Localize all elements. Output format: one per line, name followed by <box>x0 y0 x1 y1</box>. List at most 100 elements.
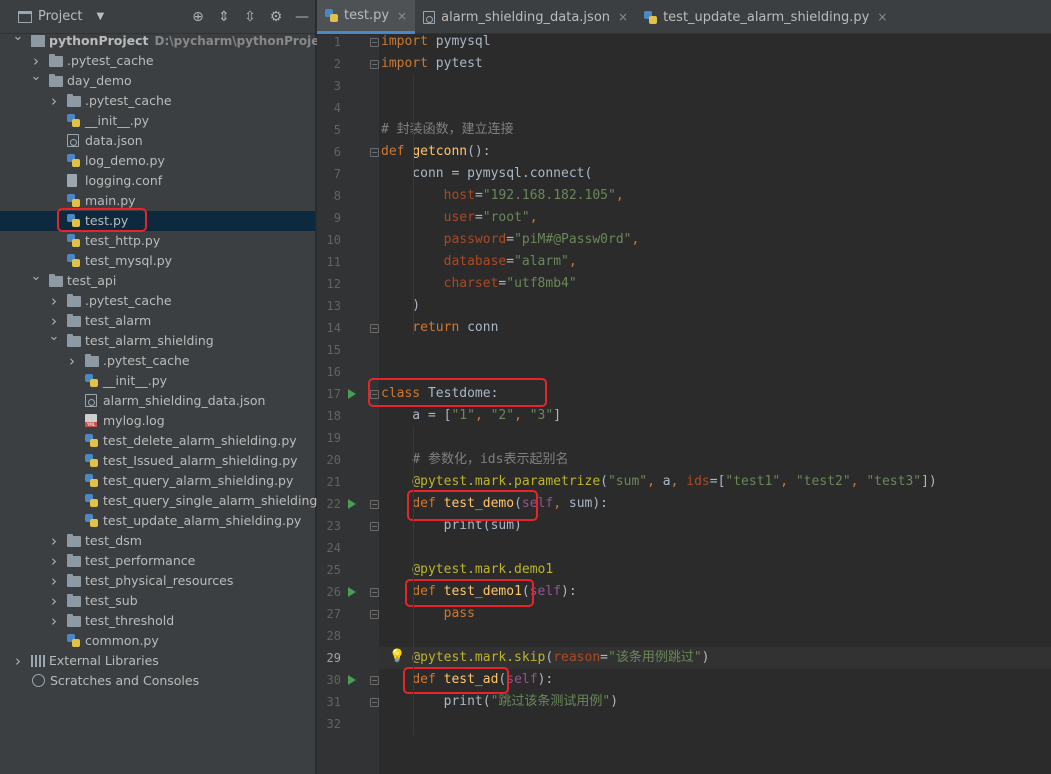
python-file-icon <box>67 634 80 647</box>
tree-item[interactable]: test_http.py <box>0 231 315 251</box>
code-line[interactable]: user="root", <box>381 207 538 229</box>
tree-item[interactable]: ⌄ test_api <box>0 269 315 291</box>
code-line[interactable]: a = ["1", "2", "3"] <box>381 405 561 427</box>
chevron-right-icon[interactable]: › <box>48 591 60 611</box>
chevron-down-icon[interactable]: ⌄ <box>12 27 24 47</box>
editor-tab[interactable]: test_update_alarm_shielding.py × <box>636 0 895 34</box>
tree-item[interactable]: main.py <box>0 191 315 211</box>
tree-item[interactable]: › .pytest_cache <box>0 291 315 311</box>
tree-item[interactable]: ⌄ test_alarm_shielding <box>0 329 315 351</box>
run-test-icon[interactable] <box>348 587 356 597</box>
code-line[interactable]: def getconn(): <box>381 141 491 163</box>
tree-item[interactable]: Scratches and Consoles <box>0 671 315 691</box>
tree-item[interactable]: __init__.py <box>0 371 315 391</box>
code-line[interactable]: print("跳过该条测试用例") <box>381 691 618 713</box>
locate-icon[interactable]: ⊕ <box>185 9 211 25</box>
fold-icon[interactable] <box>370 522 379 531</box>
fold-icon[interactable] <box>370 148 379 157</box>
tree-item[interactable]: test_query_alarm_shielding.py <box>0 471 315 491</box>
tree-item[interactable]: test_query_single_alarm_shielding.py <box>0 491 337 511</box>
chevron-right-icon[interactable]: › <box>48 571 60 591</box>
code-line[interactable]: host="192.168.182.105", <box>381 185 624 207</box>
code-line[interactable]: charset="utf8mb4" <box>381 273 577 295</box>
run-test-icon[interactable] <box>348 499 356 509</box>
close-icon[interactable]: × <box>397 9 407 23</box>
tree-item[interactable]: ⌄ day_demo <box>0 69 315 91</box>
chevron-down-icon[interactable]: ⌄ <box>30 267 42 287</box>
code-line[interactable]: class Testdome: <box>381 383 498 405</box>
fold-icon[interactable] <box>370 698 379 707</box>
hide-icon[interactable]: — <box>289 9 315 25</box>
code-editor[interactable]: 1 2 3 4 5 6 7 8 9 10 11 12 13 14 15 16 17 18 19 20 21 22 23 24 2… <box>317 34 1051 774</box>
editor-tab[interactable]: alarm_shielding_data.json × <box>415 0 636 34</box>
code-line[interactable]: print(sum) <box>381 515 522 537</box>
close-icon[interactable]: × <box>877 10 887 24</box>
tree-item[interactable]: test_Issued_alarm_shielding.py <box>0 451 315 471</box>
fold-icon[interactable] <box>370 610 379 619</box>
code-line[interactable]: import pytest <box>381 53 483 75</box>
code-line[interactable]: @pytest.mark.demo1 <box>381 559 553 581</box>
tree-item[interactable]: › .pytest_cache <box>0 91 315 111</box>
chevron-right-icon[interactable]: › <box>48 531 60 551</box>
tree-item[interactable]: logging.conf <box>0 171 315 191</box>
tree-item[interactable]: › .pytest_cache <box>0 351 315 371</box>
chevron-right-icon[interactable]: › <box>48 611 60 631</box>
tree-item[interactable]: test_mysql.py <box>0 251 315 271</box>
fold-icon[interactable] <box>370 324 379 333</box>
code-line[interactable]: def test_demo(self, sum): <box>381 493 608 515</box>
code-line[interactable]: def test_ad(self): <box>381 669 553 691</box>
chevron-right-icon[interactable]: › <box>48 91 60 111</box>
tree-item[interactable]: log_demo.py <box>0 151 315 171</box>
tree-item[interactable]: alarm_shielding_data.json <box>0 391 315 411</box>
collapse-all-icon[interactable]: ⇳ <box>237 9 263 25</box>
run-test-icon[interactable] <box>348 389 356 399</box>
expand-all-icon[interactable]: ⇕ <box>211 9 237 25</box>
project-view-title[interactable]: Project <box>38 9 82 24</box>
tree-item[interactable]: test_update_alarm_shielding.py <box>0 511 315 531</box>
code-line[interactable]: password="piM#@Passw0rd", <box>381 229 640 251</box>
code-line[interactable]: # 封装函数，建立连接 <box>381 119 514 141</box>
tree-item[interactable]: test_delete_alarm_shielding.py <box>0 431 315 451</box>
code-line[interactable]: pass <box>381 603 475 625</box>
settings-icon[interactable]: ⚙ <box>263 9 289 25</box>
fold-icon[interactable] <box>370 60 379 69</box>
tree-item[interactable]: data.json <box>0 131 315 151</box>
tree-item[interactable]: › External Libraries <box>0 651 315 671</box>
tree-item[interactable]: test.py <box>0 211 315 231</box>
tree-item[interactable]: › test_dsm <box>0 531 315 551</box>
chevron-down-icon[interactable]: ▼ <box>96 11 104 22</box>
editor-tab[interactable]: test.py × <box>317 0 416 34</box>
fold-icon[interactable] <box>370 676 379 685</box>
chevron-down-icon[interactable]: ⌄ <box>30 67 42 87</box>
code-line[interactable]: return conn <box>381 317 498 339</box>
chevron-right-icon[interactable]: › <box>48 291 60 311</box>
code-line[interactable]: ) <box>381 295 420 317</box>
code-area[interactable]: import pymysql import pytest # 封装函数，建立连接 de… <box>379 34 1051 774</box>
tree-item[interactable]: › test_performance <box>0 551 315 571</box>
tree-item[interactable]: › .pytest_cache <box>0 51 315 71</box>
run-test-icon[interactable] <box>348 675 356 685</box>
fold-icon[interactable] <box>370 500 379 509</box>
lightbulb-icon[interactable]: 💡 <box>389 649 405 664</box>
tree-item[interactable]: › test_threshold <box>0 611 315 631</box>
chevron-down-icon[interactable]: ⌄ <box>48 327 60 347</box>
code-line[interactable]: # 参数化，ids表示起别名 <box>381 449 568 471</box>
code-line[interactable]: import pymysql <box>381 31 491 53</box>
chevron-right-icon[interactable]: › <box>12 651 24 671</box>
fold-icon[interactable] <box>370 588 379 597</box>
tree-item[interactable]: › test_sub <box>0 591 315 611</box>
close-icon[interactable]: × <box>618 10 628 24</box>
tree-item[interactable]: __init__.py <box>0 111 315 131</box>
tree-item[interactable]: mylog.log <box>0 411 315 431</box>
code-line[interactable]: database="alarm", <box>381 251 577 273</box>
chevron-right-icon[interactable]: › <box>48 551 60 571</box>
code-line[interactable]: @pytest.mark.parametrize("sum", a, ids=[… <box>381 471 936 493</box>
tree-item[interactable]: common.py <box>0 631 315 651</box>
tree-item[interactable]: › test_physical_resources <box>0 571 315 591</box>
tree-item[interactable]: ⌄ pythonProject D:\pycharm\pythonProject <box>0 29 333 51</box>
chevron-right-icon[interactable]: › <box>66 351 78 371</box>
fold-icon[interactable] <box>370 38 379 47</box>
fold-icon[interactable] <box>370 390 379 399</box>
code-line[interactable]: def test_demo1(self): <box>381 581 576 603</box>
code-line[interactable]: @pytest.mark.skip(reason="该条用例跳过") <box>379 647 1051 669</box>
